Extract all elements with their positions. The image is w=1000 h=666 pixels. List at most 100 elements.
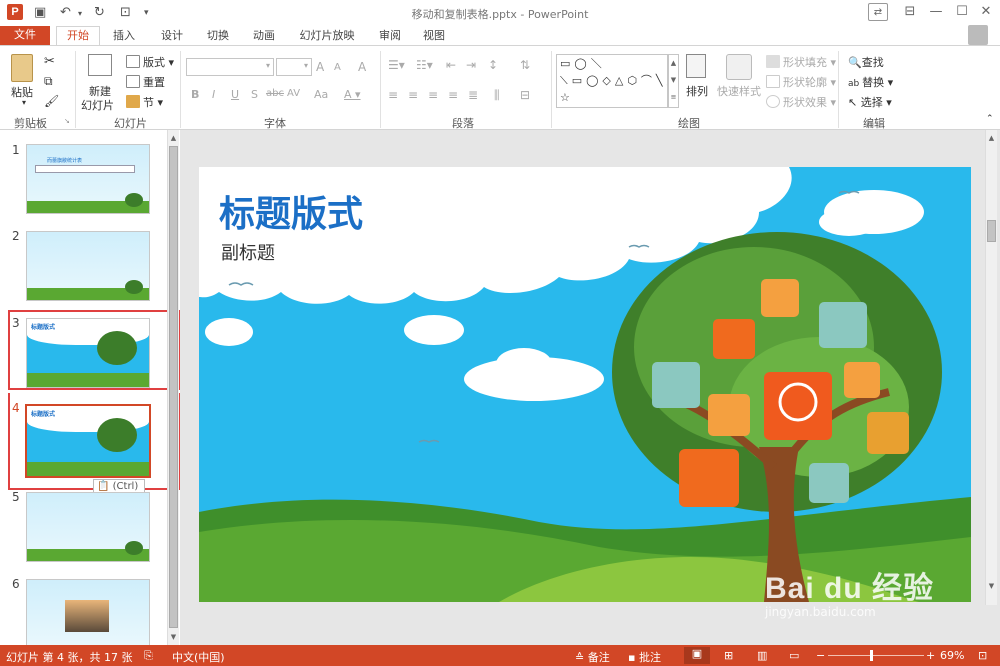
- baidu-watermark: Bai du 经验 jingyan.baidu.com: [765, 563, 934, 619]
- zoom-out-icon[interactable]: −: [816, 649, 825, 662]
- distributed-icon[interactable]: ≣: [468, 88, 478, 102]
- align-text-icon[interactable]: ⊟: [520, 88, 530, 102]
- tab-slide-show[interactable]: 幻灯片放映: [292, 27, 362, 45]
- italic-button[interactable]: I: [212, 88, 215, 101]
- layout-button[interactable]: 版式 ▾: [126, 54, 174, 70]
- zoom-slider-handle[interactable]: [870, 650, 873, 661]
- font-name-dropdown[interactable]: ▾: [186, 58, 274, 76]
- strikethrough-button[interactable]: abc: [266, 88, 284, 99]
- justify-icon[interactable]: ≡: [448, 88, 458, 102]
- line-spacing-icon[interactable]: ↕: [488, 58, 498, 72]
- zoom-level[interactable]: 69%: [940, 649, 964, 662]
- decrease-indent-icon[interactable]: ⇤: [446, 58, 456, 72]
- arrange-button[interactable]: 排列: [686, 83, 708, 99]
- paste-icon[interactable]: [11, 54, 33, 82]
- slide-thumbnail-2[interactable]: [26, 231, 150, 301]
- new-slide-button-line2[interactable]: 幻灯片: [81, 97, 114, 113]
- thumbnail-scrollbar[interactable]: ▲ ▼: [167, 130, 179, 645]
- shrink-font-button[interactable]: A: [334, 62, 341, 73]
- comments-button[interactable]: ▪ 批注: [628, 649, 661, 665]
- maximize-icon[interactable]: ☐: [952, 3, 972, 21]
- scroll-thumb[interactable]: [987, 220, 996, 242]
- copy-icon[interactable]: ⧉: [44, 74, 53, 89]
- tab-file[interactable]: 文件: [0, 26, 50, 45]
- scroll-down-icon[interactable]: ▼: [168, 631, 179, 643]
- new-slide-icon[interactable]: [88, 54, 112, 76]
- find-button[interactable]: 🔍查找: [848, 54, 884, 70]
- zoom-in-icon[interactable]: +: [926, 649, 935, 662]
- grow-font-button[interactable]: A: [316, 60, 324, 74]
- account-icon[interactable]: ⇄: [868, 3, 888, 21]
- shape-outline-button[interactable]: 形状轮廓 ▾: [766, 74, 836, 90]
- clipboard-launcher-icon[interactable]: ↘: [64, 117, 70, 125]
- reading-view-icon[interactable]: ▥: [757, 649, 767, 662]
- replace-button[interactable]: ab 替换 ▾: [848, 74, 893, 90]
- increase-indent-icon[interactable]: ⇥: [466, 58, 476, 72]
- notes-button[interactable]: ≙ 备注: [575, 649, 610, 665]
- ribbon-display-options-icon[interactable]: ⊟: [900, 3, 920, 21]
- format-painter-icon[interactable]: 🖌: [44, 94, 59, 108]
- bold-button[interactable]: B: [191, 88, 199, 101]
- paste-dropdown-icon[interactable]: ▾: [22, 98, 26, 107]
- close-icon[interactable]: ✕: [976, 3, 996, 21]
- align-right-icon[interactable]: ≡: [428, 88, 438, 102]
- bullets-icon[interactable]: ☰▾: [388, 58, 405, 72]
- columns-icon[interactable]: ⫼: [494, 88, 500, 103]
- align-left-icon[interactable]: ≡: [388, 88, 398, 102]
- text-direction-icon[interactable]: ⇅: [520, 58, 530, 72]
- tab-insert[interactable]: 插入: [104, 27, 144, 45]
- scroll-up-icon[interactable]: ▲: [986, 132, 997, 144]
- slide-thumbnail-3[interactable]: 标题版式: [26, 318, 150, 388]
- slide-thumbnail-4-selected[interactable]: 标题版式: [25, 404, 151, 478]
- slide-title[interactable]: 标题版式: [219, 185, 363, 237]
- thumbnail-number: 5: [12, 490, 20, 504]
- fit-slide-icon[interactable]: ⊡: [978, 649, 987, 662]
- font-size-dropdown[interactable]: ▾: [276, 58, 312, 76]
- scroll-up-icon[interactable]: ▲: [168, 132, 179, 144]
- slide-thumbnail-6[interactable]: [26, 579, 150, 645]
- text-shadow-button[interactable]: S: [251, 88, 258, 101]
- thumbnail-number: 1: [12, 143, 20, 157]
- character-spacing-button[interactable]: AV: [287, 88, 300, 99]
- underline-button[interactable]: U: [231, 88, 239, 101]
- shape-effects-button[interactable]: 形状效果 ▾: [766, 94, 836, 110]
- shapes-gallery-scroll[interactable]: ▲ ▼ ≡: [668, 54, 679, 108]
- normal-view-icon[interactable]: ▣: [684, 647, 710, 664]
- collapse-ribbon-icon[interactable]: ⌃: [986, 114, 994, 124]
- quick-styles-button[interactable]: 快速样式: [717, 83, 761, 99]
- spelling-icon[interactable]: ⎘: [144, 649, 153, 663]
- tab-transitions[interactable]: 切换: [198, 27, 238, 45]
- clear-formatting-button[interactable]: A: [358, 60, 366, 74]
- user-avatar[interactable]: [968, 25, 988, 45]
- numbering-icon[interactable]: ☷▾: [416, 58, 433, 72]
- cut-icon[interactable]: ✂: [44, 54, 55, 69]
- status-bar: 幻灯片 第 4 张，共 17 张 ⎘ 中文(中国) ≙ 备注 ▪ 批注 ▣ ⊞ …: [0, 645, 1000, 666]
- tab-design[interactable]: 设计: [152, 27, 192, 45]
- slide-show-icon[interactable]: ▭: [789, 649, 799, 662]
- zoom-slider-track[interactable]: [828, 655, 924, 656]
- slide-thumbnail-1[interactable]: 而蕾旗敝统计表: [26, 144, 150, 214]
- align-center-icon[interactable]: ≡: [408, 88, 418, 102]
- scroll-thumb[interactable]: [169, 146, 178, 628]
- reset-button[interactable]: 重置: [126, 74, 165, 90]
- tab-view[interactable]: 视图: [414, 27, 454, 45]
- slide-sorter-icon[interactable]: ⊞: [724, 649, 733, 662]
- select-button[interactable]: ↖ 选择 ▾: [848, 94, 892, 110]
- slide-subtitle[interactable]: 副标题: [221, 239, 275, 265]
- quick-styles-icon[interactable]: [726, 54, 752, 80]
- section-button[interactable]: 节 ▾: [126, 94, 163, 110]
- tab-review[interactable]: 审阅: [370, 27, 410, 45]
- slide-canvas[interactable]: 标题版式 副标题: [199, 167, 971, 602]
- main-scrollbar[interactable]: ▲ ▼: [985, 130, 997, 605]
- font-color-button[interactable]: A ▾: [344, 88, 361, 101]
- tab-home[interactable]: 开始: [56, 26, 100, 46]
- change-case-button[interactable]: Aa: [314, 88, 328, 101]
- minimize-icon[interactable]: —: [926, 3, 946, 21]
- shape-fill-button[interactable]: 形状填充 ▾: [766, 54, 836, 70]
- tab-animations[interactable]: 动画: [244, 27, 284, 45]
- arrange-icon[interactable]: [686, 54, 706, 78]
- shapes-gallery[interactable]: ▭◯＼⟍▭◯◇△⬡⌒╲⤴⇨⬭☐↩∿⌢{}☆: [556, 54, 668, 108]
- language-indicator[interactable]: 中文(中国): [172, 649, 225, 665]
- slide-thumbnail-5[interactable]: [26, 492, 150, 562]
- scroll-down-icon[interactable]: ▼: [986, 580, 997, 592]
